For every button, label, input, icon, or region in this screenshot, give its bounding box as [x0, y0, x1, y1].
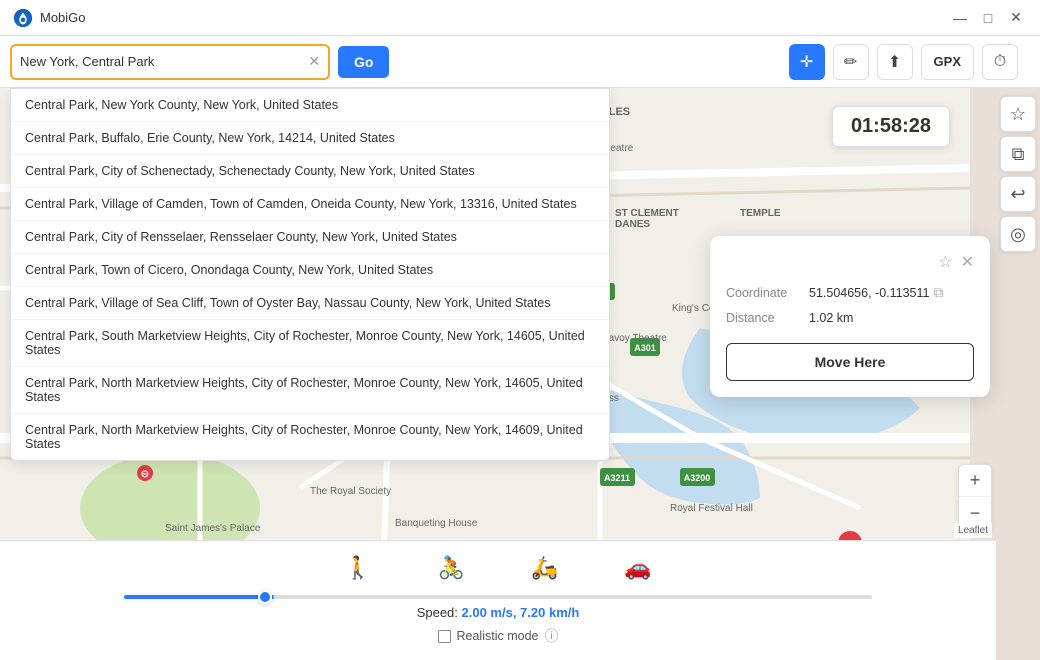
distance-value: 1.02 km: [809, 311, 853, 325]
autocomplete-dropdown: Central Park, New York County, New York,…: [10, 88, 610, 461]
zoom-controls: + −: [958, 464, 992, 530]
share-icon: ⬆: [888, 52, 901, 72]
locate-icon: ◎: [1010, 224, 1026, 245]
search-box: ✕: [10, 44, 330, 80]
sidebar-undo-button[interactable]: ↩: [1000, 176, 1036, 212]
draw-icon: ✏: [844, 52, 857, 72]
svg-text:⊝: ⊝: [141, 469, 149, 480]
card-star-button[interactable]: ☆: [938, 252, 952, 272]
realistic-mode-info-icon[interactable]: ⓘ: [544, 626, 558, 646]
map-label-stclementdanes: ST CLEMENTDANES: [615, 208, 679, 230]
close-button[interactable]: ✕: [1004, 6, 1028, 30]
car-icon: 🚗: [624, 555, 651, 581]
toolbar: ✕ Go ✛ ✏ ⬆ GPX ⏱: [0, 36, 1040, 88]
gpx-button[interactable]: GPX: [921, 44, 974, 80]
distance-row: Distance 1.02 km: [726, 311, 974, 325]
walk-icon: 🚶: [344, 555, 371, 581]
realistic-mode-row: Realistic mode ⓘ: [438, 626, 559, 646]
speed-slider-thumb: [258, 590, 272, 604]
window-controls: — □ ✕: [948, 6, 1028, 30]
undo-icon: ↩: [1010, 184, 1025, 205]
crosshair-button[interactable]: ✛: [789, 44, 825, 80]
maximize-button[interactable]: □: [976, 6, 1000, 30]
main-content: A301 A3200 A3211 A3212 A4 A4200 A3211 ⊝ …: [0, 36, 1040, 660]
autocomplete-item[interactable]: Central Park, City of Rensselaer, Rensse…: [11, 221, 609, 254]
speed-slider[interactable]: [124, 595, 873, 599]
realistic-mode-checkbox[interactable]: [438, 630, 451, 643]
transport-modes: 🚶 🚴 🛵 🚗: [336, 551, 660, 585]
map-label-savoy: Savoy Theatre: [602, 333, 667, 344]
share-button[interactable]: ⬆: [877, 44, 913, 80]
autocomplete-item[interactable]: Central Park, New York County, New York,…: [11, 89, 609, 122]
history-button[interactable]: ⏱: [982, 44, 1018, 80]
minimize-button[interactable]: —: [948, 6, 972, 30]
clear-search-button[interactable]: ✕: [308, 53, 320, 70]
card-close-icon: ✕: [961, 252, 974, 272]
zoom-in-button[interactable]: +: [959, 465, 991, 497]
transport-mode-scooter[interactable]: 🛵: [523, 551, 566, 585]
app-logo: MobiGo: [12, 7, 86, 29]
coordinate-label: Coordinate: [726, 286, 801, 300]
sidebar-locate-button[interactable]: ◎: [1000, 216, 1036, 252]
transport-mode-bike[interactable]: 🚴: [430, 551, 473, 585]
svg-text:A3200: A3200: [684, 473, 711, 483]
map-label-stjames: Saint James's Palace: [165, 523, 260, 534]
autocomplete-item[interactable]: Central Park, North Marketview Heights, …: [11, 414, 609, 460]
draw-route-button[interactable]: ✏: [833, 44, 869, 80]
autocomplete-item[interactable]: Central Park, Buffalo, Erie County, New …: [11, 122, 609, 155]
distance-label: Distance: [726, 311, 801, 325]
sidebar-bookmark-button[interactable]: ⧉: [1000, 136, 1036, 172]
autocomplete-item[interactable]: Central Park, South Marketview Heights, …: [11, 320, 609, 367]
history-icon: ⏱: [994, 53, 1006, 71]
titlebar: MobiGo — □ ✕: [0, 0, 1040, 36]
move-here-button[interactable]: Move Here: [726, 343, 974, 381]
autocomplete-item[interactable]: Central Park, North Marketview Heights, …: [11, 367, 609, 414]
crosshair-icon: ✛: [800, 52, 813, 72]
autocomplete-item[interactable]: Central Park, Village of Camden, Town of…: [11, 188, 609, 221]
autocomplete-item[interactable]: Central Park, Village of Sea Cliff, Town…: [11, 287, 609, 320]
leaflet-credit: Leaflet: [954, 523, 992, 538]
map-label-temple: TEMPLE: [740, 208, 781, 219]
transport-bar: 🚶 🚴 🛵 🚗 Speed: 2.00 m/s, 7.20 km/h Reali…: [0, 540, 996, 660]
star-icon: ☆: [1010, 104, 1026, 125]
timer-display: 01:58:28: [832, 106, 950, 147]
app-title: MobiGo: [40, 10, 86, 25]
copy-coordinate-button[interactable]: ⧉: [933, 284, 943, 301]
map-label-banqueting: Banqueting House: [395, 518, 477, 529]
svg-text:A301: A301: [634, 343, 656, 353]
svg-text:A3211: A3211: [604, 473, 630, 483]
go-button[interactable]: Go: [338, 46, 389, 78]
realistic-mode-label: Realistic mode: [457, 629, 539, 643]
bookmark-icon: ⧉: [1012, 144, 1025, 165]
coordinate-row: Coordinate 51.504656, -0.113511 ⧉: [726, 284, 974, 301]
scooter-icon: 🛵: [531, 555, 558, 581]
card-star-icon: ☆: [938, 252, 952, 272]
card-close-button[interactable]: ✕: [961, 252, 974, 272]
search-input[interactable]: [20, 54, 304, 69]
bike-icon: 🚴: [438, 555, 465, 581]
right-sidebar: ☆ ⧉ ↩ ◎: [996, 88, 1040, 260]
coordinate-value: 51.504656, -0.113511 ⧉: [809, 284, 943, 301]
app-logo-icon: [12, 7, 34, 29]
speed-label: Speed: 2.00 m/s, 7.20 km/h: [417, 605, 580, 620]
location-card: ☆ ✕ Coordinate 51.504656, -0.113511 ⧉ Di…: [710, 236, 990, 397]
transport-mode-walk[interactable]: 🚶: [336, 551, 379, 585]
map-label-royalfestival: Royal Festival Hall: [670, 503, 753, 514]
map-label-royalsociety: The Royal Society: [310, 486, 391, 497]
autocomplete-item[interactable]: Central Park, Town of Cicero, Onondaga C…: [11, 254, 609, 287]
sidebar-star-button[interactable]: ☆: [1000, 96, 1036, 132]
speed-slider-row: [116, 595, 881, 599]
autocomplete-item[interactable]: Central Park, City of Schenectady, Schen…: [11, 155, 609, 188]
speed-value: 2.00 m/s, 7.20 km/h: [462, 605, 580, 620]
transport-mode-car[interactable]: 🚗: [616, 551, 659, 585]
location-card-header: ☆ ✕: [726, 252, 974, 272]
